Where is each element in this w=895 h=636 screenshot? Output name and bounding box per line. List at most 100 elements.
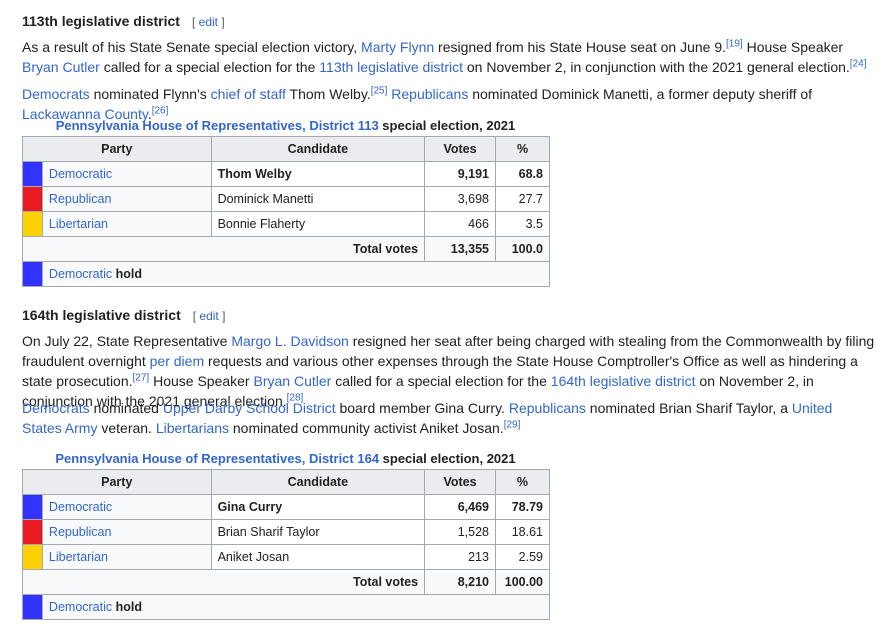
total-label: Total votes: [21, 236, 426, 262]
header-candidate: Candidate: [210, 469, 426, 495]
text-run: nominated community activist Aniket Josa…: [229, 420, 504, 436]
citation-link[interactable]: [27]: [133, 372, 150, 383]
table-row: Republican Dominick Manetti 3,698 27.7: [22, 186, 550, 212]
party-link[interactable]: Democratic: [49, 500, 112, 514]
caption-text: special election, 2021: [378, 118, 516, 133]
header-votes: Votes: [424, 469, 496, 495]
inline-link[interactable]: Bryan Cutler: [254, 373, 332, 389]
party-link[interactable]: Democratic: [49, 167, 112, 181]
party-color-swatch: [22, 519, 43, 545]
section-heading-113: 113th legislative district [ edit ]: [22, 11, 225, 31]
inline-link[interactable]: Democrats: [22, 86, 90, 102]
candidate-cell: Brian Sharif Taylor: [210, 519, 426, 545]
table-row: Democratic Gina Curry 6,469 78.79: [22, 494, 551, 520]
party-link[interactable]: Libertarian: [49, 550, 108, 564]
percent-cell: 3.5: [495, 211, 550, 237]
table-header-row: Party Candidate Votes %: [22, 136, 550, 162]
inline-link[interactable]: Republicans: [391, 86, 468, 102]
party-link[interactable]: Democratic: [49, 267, 112, 281]
section-paragraph: As a result of his State Senate special …: [22, 37, 875, 77]
hold-word: hold: [115, 267, 143, 281]
hold-cell: Democratic hold: [41, 261, 551, 287]
table-header-row: Party Candidate Votes %: [22, 469, 551, 495]
total-percent: 100.0: [495, 236, 550, 262]
party-cell: Republican: [41, 519, 212, 545]
election-results-table: Party Candidate Votes % Democratic Gina C…: [21, 469, 551, 620]
party-color-swatch: [22, 494, 43, 520]
header-votes: Votes: [424, 136, 496, 162]
percent-cell: 68.8: [495, 161, 550, 187]
total-votes: 8,210: [424, 569, 496, 595]
party-color-swatch: [22, 186, 43, 212]
citation-link[interactable]: [24]: [850, 58, 867, 69]
hold-word: hold: [115, 600, 143, 614]
party-color-swatch: [22, 594, 43, 620]
total-row: Total votes 13,355 100.0: [21, 236, 550, 262]
total-percent: 100.00: [494, 569, 551, 595]
inline-link[interactable]: Republicans: [509, 400, 586, 416]
votes-cell: 1,528: [424, 519, 496, 545]
caption-text: special election, 2021: [379, 451, 516, 466]
party-cell: Libertarian: [41, 211, 212, 237]
edit-section-link[interactable]: edit: [199, 309, 218, 323]
section-title: 164th legislative district: [22, 307, 181, 323]
header-candidate: Candidate: [210, 136, 426, 162]
header-party: Party: [22, 136, 212, 162]
inline-link[interactable]: Upper Darby School District: [163, 400, 336, 416]
candidate-cell: Aniket Josan: [210, 544, 426, 570]
election-table-caption: Pennsylvania House of Representatives, D…: [22, 118, 549, 133]
votes-cell: 6,469: [424, 494, 496, 520]
election-table-caption: Pennsylvania House of Representatives, D…: [22, 451, 549, 466]
district-election-link[interactable]: Pennsylvania House of Representatives, D…: [55, 451, 379, 466]
inline-link[interactable]: Libertarians: [156, 420, 229, 436]
section-paragraph: Democrats nominated Upper Darby School D…: [22, 398, 875, 438]
text-run: House Speaker: [742, 39, 844, 55]
party-link[interactable]: Republican: [49, 525, 112, 539]
inline-link[interactable]: Margo L. Davidson: [231, 333, 349, 349]
percent-cell: 2.59: [494, 544, 551, 570]
citation-link[interactable]: [19]: [726, 38, 743, 49]
inline-link[interactable]: Bryan Cutler: [22, 59, 100, 75]
section-heading-164: 164th legislative district [ edit ]: [22, 305, 225, 325]
district-election-link[interactable]: Pennsylvania House of Representatives, D…: [56, 118, 379, 133]
citation-link[interactable]: [26]: [152, 105, 169, 116]
text-run: nominated: [89, 400, 163, 416]
text-run: On July 22, State Representative: [22, 333, 232, 349]
party-link[interactable]: Libertarian: [49, 217, 108, 231]
party-cell: Libertarian: [41, 544, 212, 570]
table-row: Republican Brian Sharif Taylor 1,528 18.61: [22, 519, 551, 545]
party-link[interactable]: Republican: [49, 192, 112, 206]
percent-cell: 27.7: [495, 186, 550, 212]
citation-link[interactable]: [25]: [371, 85, 388, 96]
edit-section-link[interactable]: edit: [199, 15, 218, 29]
party-color-swatch: [22, 544, 43, 570]
inline-link[interactable]: 164th legislative district: [551, 373, 696, 389]
votes-cell: 9,191: [424, 161, 496, 187]
text-run: Thom Welby.: [285, 86, 371, 102]
votes-cell: 466: [424, 211, 496, 237]
votes-cell: 3,698: [424, 186, 496, 212]
edit-section-link-wrap: [ edit ]: [192, 309, 226, 323]
text-run: called for a special election for the: [99, 59, 320, 75]
election-results-table: Party Candidate Votes % Democratic Thom W…: [21, 136, 551, 287]
citation-link[interactable]: [29]: [504, 419, 521, 430]
inline-link[interactable]: 113th legislative district: [319, 59, 463, 75]
inline-link[interactable]: per diem: [150, 353, 204, 369]
party-cell: Republican: [41, 186, 212, 212]
percent-cell: 78.79: [494, 494, 551, 520]
candidate-cell: Thom Welby: [210, 161, 426, 187]
text-run: veteran.: [97, 420, 156, 436]
inline-link[interactable]: Marty Flynn: [361, 39, 434, 55]
text-run: resigned from his State House seat on Ju…: [434, 39, 726, 55]
hold-row: Democratic hold: [22, 594, 551, 620]
header-percent: %: [494, 469, 551, 495]
section-title: 113th legislative district: [22, 13, 180, 29]
table-row: Libertarian Bonnie Flaherty 466 3.5: [22, 211, 550, 237]
party-link[interactable]: Democratic: [49, 600, 112, 614]
inline-link[interactable]: Democrats: [22, 400, 90, 416]
text-run: As a result of his State Senate special …: [22, 39, 362, 55]
inline-link[interactable]: chief of staff: [211, 86, 286, 102]
text-run: nominated Dominick Manetti, a former dep…: [468, 86, 813, 102]
text-run: House Speaker: [149, 373, 254, 389]
table-row: Libertarian Aniket Josan 213 2.59: [22, 544, 551, 570]
